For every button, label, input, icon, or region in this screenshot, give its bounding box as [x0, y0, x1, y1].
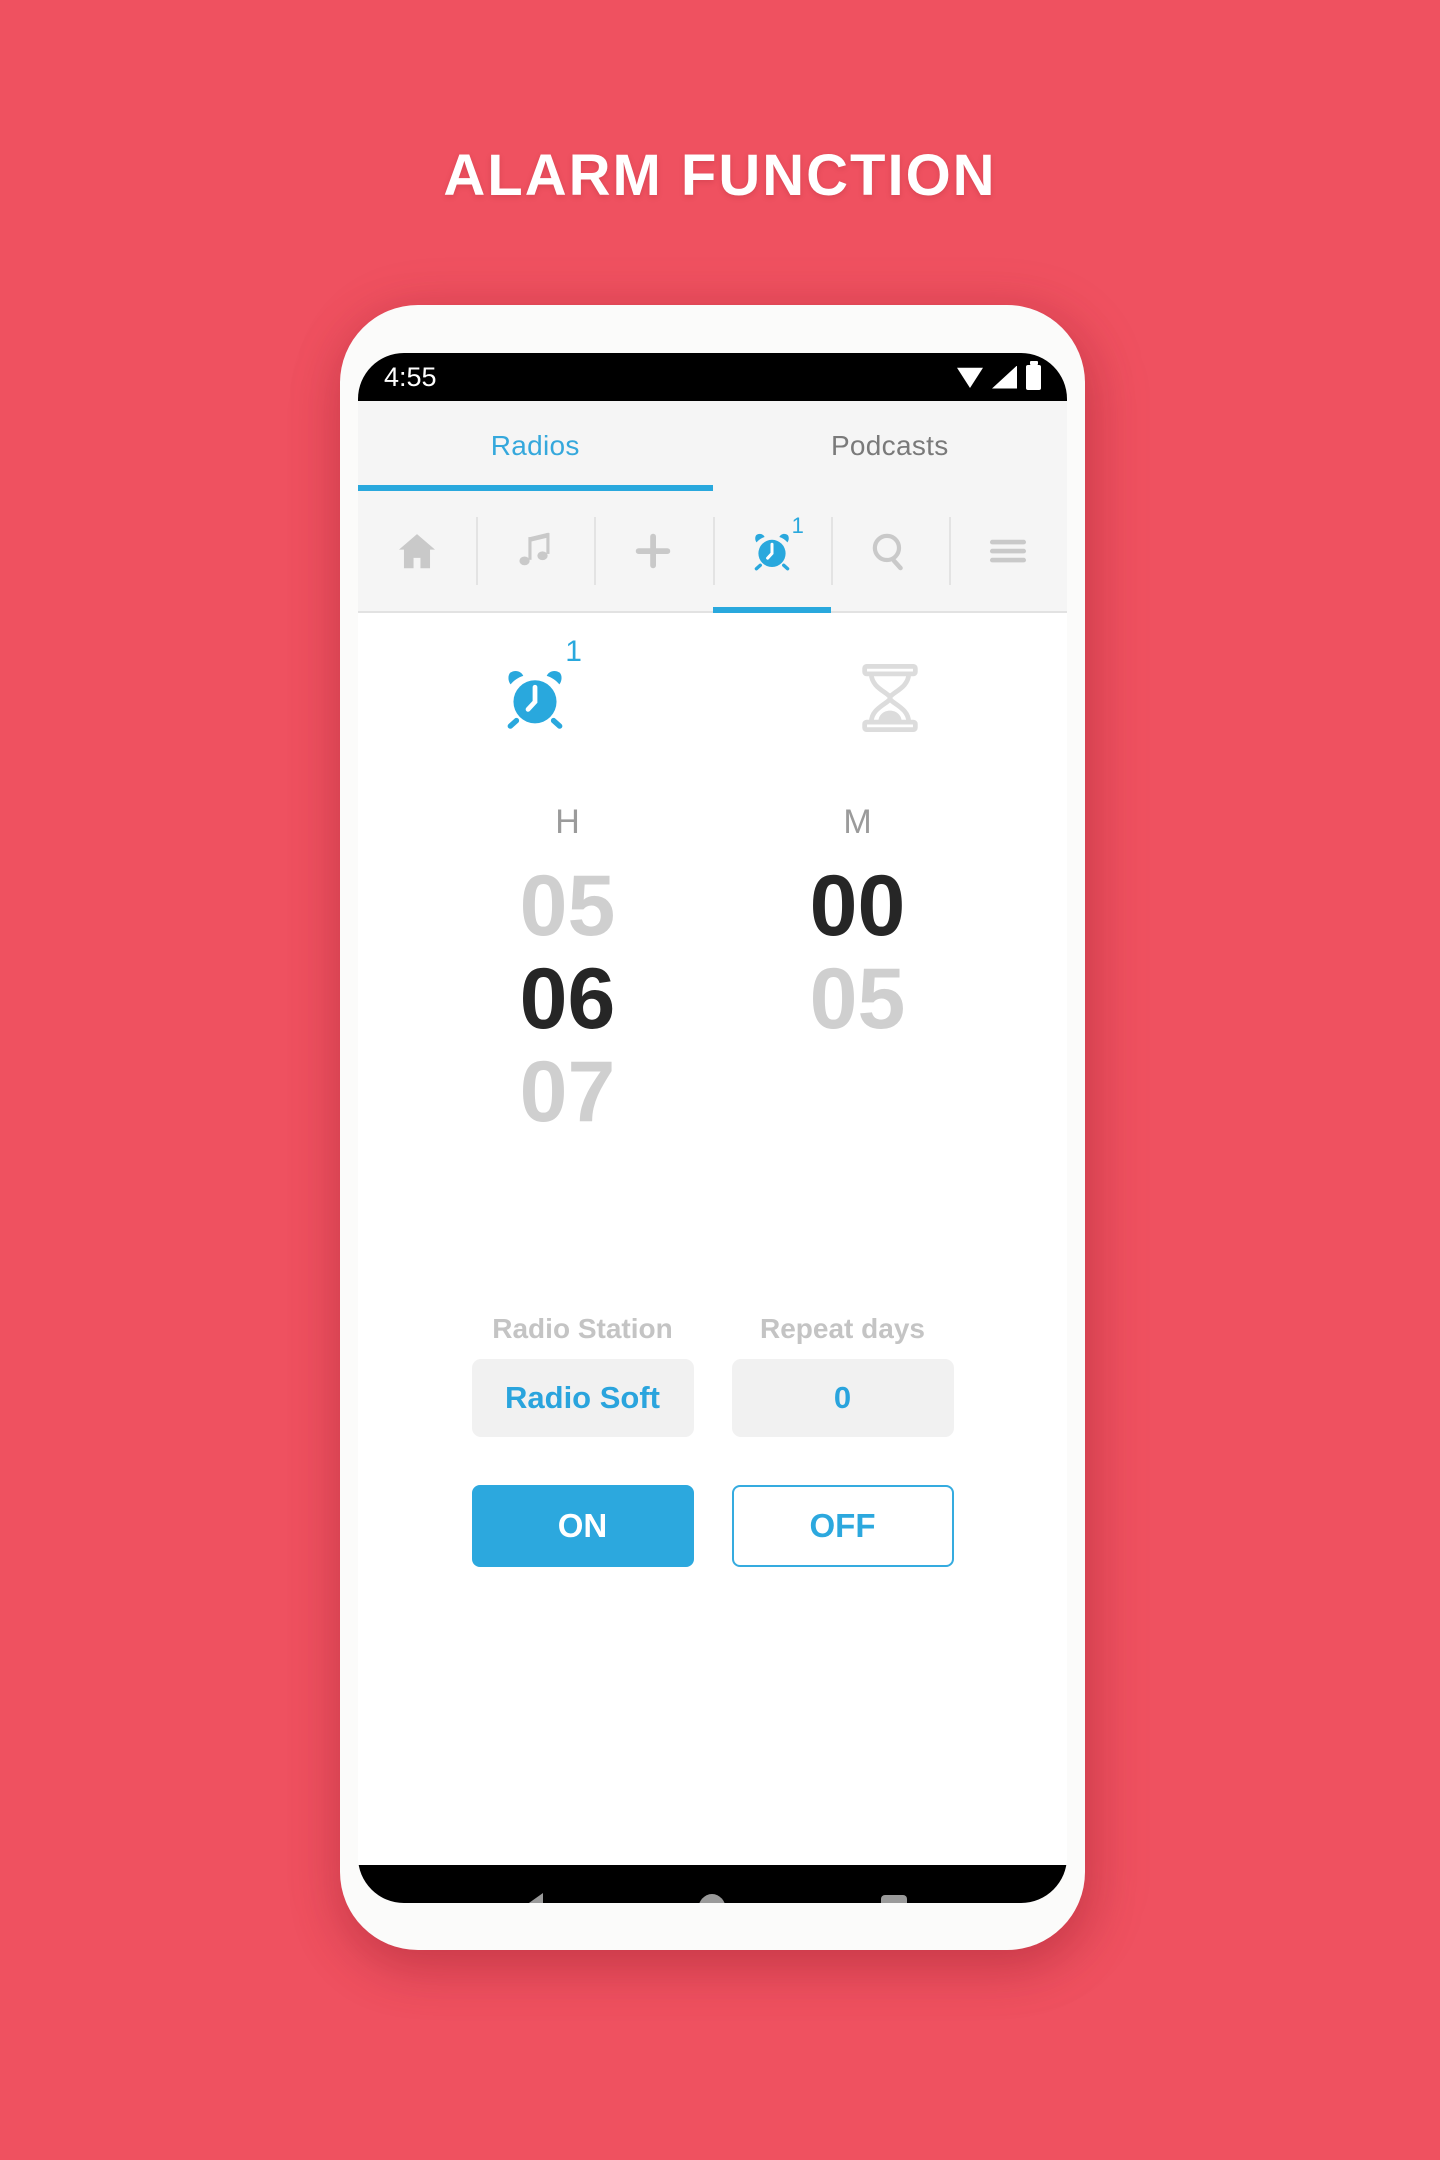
- search-icon: [872, 533, 903, 571]
- alarm-on-button[interactable]: ON: [471, 1485, 694, 1567]
- alarm-clock-icon: [507, 670, 563, 729]
- toolbar-item-add[interactable]: [594, 491, 712, 611]
- tab-radios[interactable]: Radios: [358, 401, 713, 491]
- page-title: ALARM FUNCTION: [443, 143, 997, 208]
- toolbar-item-home[interactable]: [358, 491, 476, 611]
- android-nav-bar: [358, 1865, 1067, 1903]
- repeat-days-value[interactable]: 0: [731, 1359, 954, 1437]
- phone-frame: 4:55 Radios Podcasts 1 1 H M 05 06 07 00…: [340, 305, 1085, 1950]
- icon-toolbar: 1: [358, 491, 1067, 613]
- battery-icon: [1026, 360, 1041, 390]
- radio-station-label: Radio Station: [492, 1313, 673, 1344]
- field-repeat-days: Repeat days 0: [731, 1313, 954, 1437]
- mode-timer[interactable]: [713, 613, 1068, 783]
- repeat-days-label: Repeat days: [760, 1313, 925, 1344]
- hours-column-label: H: [555, 803, 580, 841]
- alarm-actions: ON OFF: [358, 1485, 1067, 1567]
- alarm-content-panel: 1 H M 05 06 07 00 05 Radio Station Radio…: [358, 613, 1067, 1865]
- status-bar-icons: [957, 360, 1041, 390]
- time-picker-headers: H M: [358, 803, 1067, 842]
- minutes-column[interactable]: 00 05: [763, 860, 953, 1139]
- status-bar: 4:55: [358, 353, 1067, 401]
- hours-next-value[interactable]: 07: [473, 1045, 663, 1139]
- status-bar-clock: 4:55: [384, 361, 437, 392]
- mode-selector-row: 1: [358, 613, 1067, 783]
- alarm-badge-count: 1: [791, 513, 804, 538]
- wifi-icon: [957, 367, 983, 388]
- hourglass-timer-icon: [862, 663, 918, 733]
- back-triangle-icon[interactable]: [518, 1893, 543, 1903]
- toolbar-item-alarm[interactable]: 1: [712, 491, 831, 613]
- plus-icon: [636, 533, 671, 569]
- time-picker-columns: 05 06 07 00 05: [358, 860, 1067, 1139]
- hamburger-menu-icon: [989, 539, 1026, 563]
- toolbar-item-menu[interactable]: [948, 491, 1067, 611]
- toolbar-item-search[interactable]: [830, 491, 949, 611]
- recents-square-icon[interactable]: [880, 1894, 907, 1903]
- signal-icon: [992, 365, 1017, 389]
- phone-screen: 4:55 Radios Podcasts 1 1 H M 05 06 07 00…: [358, 353, 1067, 1903]
- radio-station-value[interactable]: Radio Soft: [471, 1359, 694, 1437]
- tab-podcasts-label: Podcasts: [830, 430, 949, 461]
- minutes-column-label: M: [843, 803, 872, 841]
- tab-podcasts[interactable]: Podcasts: [713, 401, 1068, 491]
- tab-radios-label: Radios: [490, 430, 580, 461]
- hours-previous-value[interactable]: 05: [473, 860, 663, 953]
- toolbar-item-music[interactable]: [476, 491, 594, 611]
- hours-selected-value[interactable]: 06: [473, 952, 663, 1046]
- mode-alarm[interactable]: 1: [358, 613, 713, 783]
- alarm-off-button[interactable]: OFF: [731, 1485, 954, 1567]
- home-circle-icon[interactable]: [697, 1894, 726, 1903]
- time-picker[interactable]: H M 05 06 07 00 05: [358, 803, 1067, 1139]
- hours-column[interactable]: 05 06 07: [473, 860, 663, 1139]
- mode-alarm-badge: 1: [565, 635, 582, 668]
- tab-bar: Radios Podcasts: [358, 401, 1067, 491]
- minutes-selected-value[interactable]: 00: [763, 860, 953, 953]
- field-radio-station: Radio Station Radio Soft: [471, 1313, 694, 1437]
- alarm-clock-icon: [754, 533, 789, 571]
- minutes-next-value[interactable]: 05: [763, 952, 953, 1046]
- alarm-fields: Radio Station Radio Soft Repeat days 0: [358, 1313, 1067, 1437]
- music-note-icon: [519, 532, 550, 566]
- home-icon: [399, 534, 436, 569]
